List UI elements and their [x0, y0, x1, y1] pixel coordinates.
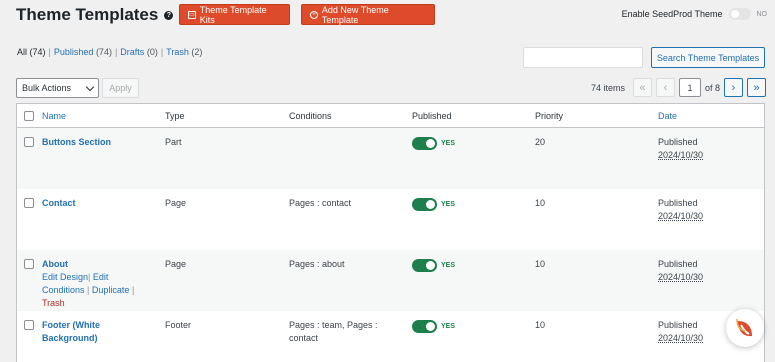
add-new-theme-template-label: Add New Theme Template [321, 4, 389, 25]
pagination: 74 items « ‹ 1 of 8 › » [591, 78, 766, 97]
column-published: Published [412, 111, 452, 121]
template-type: Part [165, 137, 182, 147]
published-toggle[interactable] [412, 259, 437, 272]
template-type: Page [165, 198, 187, 208]
status-filters: All (74) | Published (74) | Drafts (0) |… [17, 47, 203, 57]
column-name[interactable]: Name [42, 111, 66, 121]
template-priority: 10 [535, 198, 546, 208]
published-status: YES [441, 262, 456, 269]
template-conditions: Pages : contact [289, 198, 352, 208]
published-cell: YES [412, 137, 455, 150]
template-date: Published 2024/10/30 [658, 137, 704, 160]
theme-template-kits-button[interactable]: ▭ Theme Template Kits [179, 4, 290, 25]
chevron-down-icon [85, 82, 95, 92]
apply-button[interactable]: Apply [102, 78, 139, 98]
table-row: About Edit Design| Edit Conditions | Dupl… [17, 250, 764, 311]
row-checkbox[interactable] [24, 320, 34, 330]
template-priority: 10 [535, 320, 546, 330]
template-type: Page [165, 259, 187, 269]
published-cell: YES [412, 198, 455, 211]
template-date: Published 2024/10/30 [658, 198, 704, 221]
template-priority: 20 [535, 137, 546, 147]
enable-seedprod-theme-toggle[interactable] [728, 8, 751, 20]
published-toggle[interactable] [412, 198, 437, 211]
column-conditions: Conditions [289, 111, 332, 121]
published-toggle[interactable] [412, 320, 437, 333]
published-status: YES [441, 323, 456, 330]
published-cell: YES [412, 320, 455, 333]
template-conditions: Pages : about [289, 259, 345, 269]
bulk-actions-value: Bulk Actions [22, 83, 72, 93]
template-icon: ▭ [188, 10, 196, 19]
filter-trash[interactable]: Trash (2) [166, 47, 202, 57]
items-count: 74 items [590, 82, 625, 93]
row-checkbox[interactable] [24, 259, 34, 269]
prev-page-button[interactable]: ‹ [655, 78, 675, 97]
template-date: Published 2024/10/30 [658, 259, 704, 282]
template-priority: 10 [535, 259, 546, 269]
row-checkbox[interactable] [24, 198, 34, 208]
template-type: Footer [165, 320, 192, 330]
column-priority: Priority [535, 111, 564, 121]
table-header: Name Type Conditions Published Priority … [17, 104, 764, 128]
current-page-input[interactable]: 1 [678, 78, 701, 97]
filter-drafts[interactable]: Drafts (0) [120, 47, 158, 57]
next-page-button[interactable]: › [724, 78, 743, 97]
template-date: Published 2024/10/30 [658, 320, 704, 343]
row-checkbox[interactable] [24, 137, 34, 147]
help-icon[interactable]: ? [164, 10, 174, 20]
published-cell: YES [412, 259, 455, 272]
add-new-theme-template-button[interactable]: + Add New Theme Template [301, 4, 435, 25]
template-conditions: Pages : team, Pages : contact [289, 320, 378, 343]
seedprod-leaf-icon [736, 318, 752, 337]
edit-design-link[interactable]: Edit Design [42, 272, 88, 282]
total-pages: of 8 [704, 82, 720, 93]
row-actions: Edit Design| Edit Conditions | Duplicate … [42, 272, 135, 308]
duplicate-link[interactable]: Duplicate [92, 285, 130, 295]
plus-circle-icon: + [310, 10, 318, 19]
template-title-link[interactable]: Buttons Section [42, 136, 111, 149]
table-row: Contact Page Pages : contact YES 10 Publ… [17, 189, 764, 250]
search-input[interactable] [523, 47, 643, 68]
column-type: Type [165, 111, 185, 121]
bulk-actions-select[interactable]: Bulk Actions [16, 78, 99, 98]
trash-link[interactable]: Trash [42, 298, 65, 308]
theme-template-kits-label: Theme Template Kits [199, 4, 267, 25]
table-row: Buttons Section Part YES 20 Published 202… [17, 128, 764, 189]
template-name-cell: About Edit Design| Edit Conditions | Dupl… [42, 258, 134, 310]
search-theme-templates-button[interactable]: Search Theme Templates [651, 47, 765, 68]
published-status: YES [441, 201, 456, 208]
templates-table: Name Type Conditions Published Priority … [16, 103, 765, 362]
seedprod-logo-button[interactable] [726, 309, 764, 347]
template-title-link[interactable]: Contact [42, 197, 76, 210]
select-all-checkbox[interactable] [24, 111, 34, 121]
enable-seedprod-theme-label: Enable SeedProd Theme [621, 9, 723, 19]
published-status: YES [441, 140, 456, 147]
page-header: Theme Templates ? [16, 4, 174, 26]
column-date[interactable]: Date [658, 111, 677, 121]
enable-seedprod-theme-setting: Enable SeedProd Theme NO [622, 8, 767, 20]
filter-published[interactable]: Published (74) [54, 47, 112, 57]
filter-all[interactable]: All (74) [17, 47, 46, 57]
template-title-link[interactable]: Footer (White Background) [42, 319, 100, 345]
published-toggle[interactable] [412, 137, 437, 150]
last-page-button[interactable]: » [747, 78, 766, 97]
first-page-button[interactable]: « [632, 78, 652, 97]
table-row: Footer (White Background) Footer Pages : … [17, 311, 764, 362]
toggle-state-label: NO [756, 10, 768, 18]
page-title: Theme Templates [16, 5, 159, 24]
template-title-link[interactable]: About [42, 259, 68, 269]
